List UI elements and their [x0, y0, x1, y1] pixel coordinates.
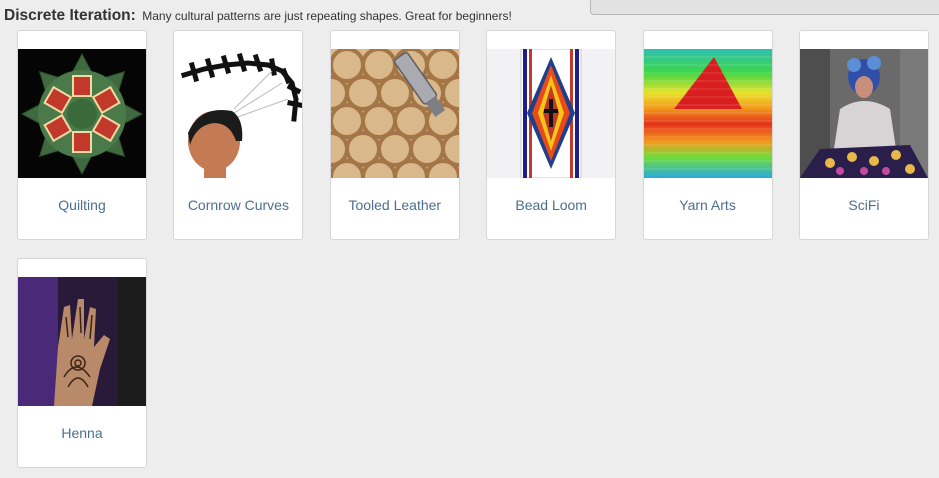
- card-yarn-arts[interactable]: Yarn Arts: [642, 30, 773, 240]
- card-label: Yarn Arts: [679, 197, 736, 213]
- yarn-arts-thumbnail: [643, 49, 772, 178]
- section-subtitle: Many cultural patterns are just repeatin…: [142, 9, 512, 23]
- cornrow-thumbnail: [174, 49, 303, 178]
- card-label: Tooled Leather: [348, 197, 442, 213]
- henna-thumbnail: [18, 277, 146, 406]
- section-header: Discrete Iteration: Many cultural patter…: [4, 7, 512, 27]
- section-title: Discrete Iteration:: [4, 7, 136, 24]
- scifi-thumbnail: [799, 49, 928, 178]
- top-panel-edge: [590, 0, 939, 15]
- card-quilting[interactable]: Quilting: [17, 30, 147, 240]
- quilting-thumbnail: [18, 49, 146, 178]
- tooled-leather-thumbnail: [330, 49, 459, 178]
- card-henna[interactable]: Henna: [17, 258, 147, 468]
- bead-loom-thumbnail: [487, 49, 616, 178]
- card-label: Cornrow Curves: [187, 197, 289, 213]
- card-label: Quilting: [58, 197, 106, 213]
- card-label: Bead Loom: [515, 197, 587, 213]
- card-scifi[interactable]: SciFi: [798, 30, 929, 240]
- card-label: SciFi: [848, 197, 880, 213]
- card-cornrow-curves[interactable]: Cornrow Curves: [173, 30, 304, 240]
- card-label: Henna: [61, 425, 103, 441]
- card-bead-loom[interactable]: Bead Loom: [486, 30, 617, 240]
- card-tooled-leather[interactable]: Tooled Leather: [329, 30, 460, 240]
- pattern-card-grid: Quilting Cornrow Curves Tooled Leather B…: [17, 30, 929, 468]
